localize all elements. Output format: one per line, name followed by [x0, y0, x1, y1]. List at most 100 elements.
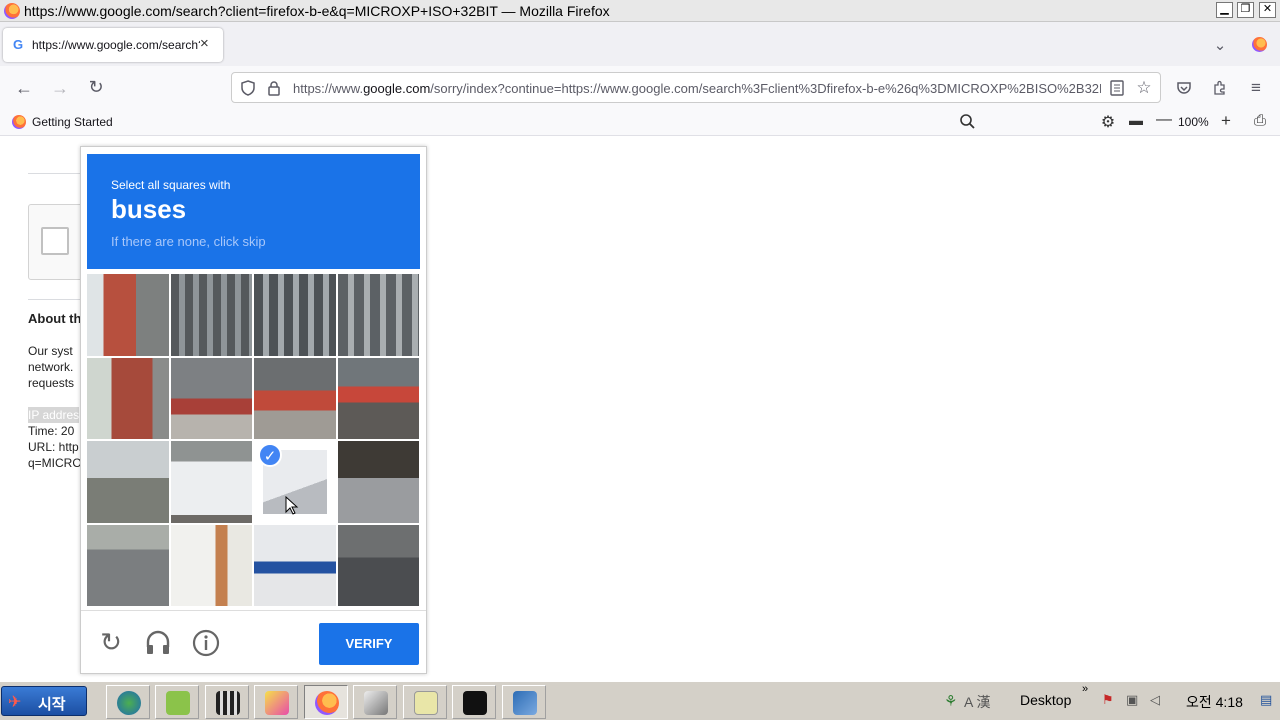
challenge-header: Select all squares with buses If there a…: [87, 154, 420, 269]
network-tray-icon[interactable]: ⚘: [944, 692, 957, 710]
taskbar-app-browser-globe[interactable]: [106, 685, 150, 719]
divider: [28, 173, 88, 174]
terminal-icon: [463, 691, 487, 715]
taskbar-app-terminal[interactable]: [452, 685, 496, 719]
image-tile[interactable]: [170, 357, 252, 439]
firefox-view-icon[interactable]: [1252, 37, 1267, 52]
clock[interactable]: 오전 4:18: [1186, 692, 1243, 712]
firefox-icon: [315, 691, 339, 715]
window-title: https://www.google.com/search?client=fir…: [24, 3, 610, 19]
about-text-line: Our syst: [28, 344, 73, 358]
restore-button[interactable]: ❐: [1237, 2, 1254, 18]
bookmark-star-icon[interactable]: ☆: [1134, 78, 1154, 98]
close-window-button[interactable]: ✕: [1259, 2, 1276, 18]
tab-title: https://www.google.com/search?client=fir…: [32, 38, 200, 52]
query-text: q=MICRO: [28, 456, 82, 470]
taskbar-app-notepad[interactable]: [403, 685, 447, 719]
image-tile[interactable]: [170, 274, 252, 356]
settings-gear-icon[interactable]: ⚙: [1098, 112, 1118, 132]
back-arrow-icon[interactable]: ←: [14, 78, 34, 99]
map-icon: [166, 691, 190, 715]
image-tile[interactable]: [87, 441, 169, 523]
reload-icon[interactable]: ↻: [86, 77, 106, 98]
extensions-puzzle-icon[interactable]: [1212, 80, 1228, 96]
challenge-hint: If there are none, click skip: [111, 234, 266, 249]
image-tile[interactable]: [87, 524, 169, 606]
image-tile[interactable]: [254, 524, 336, 606]
search-icon[interactable]: [959, 113, 976, 130]
recaptcha-checkbox[interactable]: [41, 227, 69, 255]
image-tile[interactable]: [87, 357, 169, 439]
start-label: 시작: [38, 696, 66, 713]
info-icon[interactable]: [192, 629, 220, 657]
reload-challenge-icon[interactable]: ↻: [96, 627, 126, 657]
url-bar[interactable]: https://www.google.com/sorry/index?conti…: [231, 72, 1161, 103]
system-tray: ⚘ A 漢 Desktop » ⚑ ▣ ◁ 오전 4:18 ▤: [938, 682, 1280, 722]
browser-tab[interactable]: G https://www.google.com/search?client=f…: [3, 28, 223, 62]
divider: [28, 299, 88, 300]
ip-address-text: IP addres: [28, 407, 80, 423]
taskbar-app-virtualbox[interactable]: [502, 685, 546, 719]
image-tile[interactable]: [337, 441, 419, 523]
mouse-cursor-icon: [285, 496, 299, 515]
bookmark-getting-started[interactable]: Getting Started: [32, 115, 113, 129]
url-info-text: URL: http: [28, 440, 79, 454]
taskbar: ✈ 시작 ⚘ A 漢 Desktop » ⚑ ▣ ◁ 오전 4:18 ▤: [0, 680, 1280, 720]
zoom-in-icon[interactable]: +: [1216, 111, 1236, 131]
hamburger-menu-icon[interactable]: ≡: [1246, 78, 1266, 98]
start-button[interactable]: ✈ 시작: [1, 686, 87, 716]
image-tile[interactable]: [337, 524, 419, 606]
image-tile[interactable]: [254, 357, 336, 439]
tab-close-button[interactable]: ×: [200, 35, 209, 52]
paint-icon: [265, 691, 289, 715]
bookmarks-toolbar: Getting Started ⚙ ▬ — 100% + ⎙: [0, 108, 1280, 136]
image-tile[interactable]: [337, 274, 419, 356]
challenge-object: buses: [111, 194, 187, 224]
firefox-bookmark-icon: [12, 115, 26, 129]
challenge-prompt: Select all squares with: [111, 178, 231, 192]
url-text[interactable]: https://www.google.com/sorry/index?conti…: [293, 81, 1101, 96]
security-alert-icon[interactable]: ⚑: [1102, 692, 1114, 708]
print-icon[interactable]: ⎙: [1250, 112, 1270, 129]
taskbar-app-firefox[interactable]: [304, 685, 348, 719]
image-tile[interactable]: [254, 274, 336, 356]
image-tile-selected[interactable]: ✓: [254, 441, 336, 523]
image-tile[interactable]: [170, 524, 252, 606]
minimize-button[interactable]: ▁: [1216, 2, 1233, 18]
volume-muted-icon[interactable]: ◁: [1150, 692, 1160, 708]
about-text-line: network.: [28, 360, 74, 374]
about-heading: About th: [28, 311, 82, 326]
network-disconnected-icon[interactable]: ▣: [1126, 692, 1138, 708]
recaptcha-box: [28, 204, 88, 280]
reader-view-icon[interactable]: [1109, 80, 1125, 96]
taskbar-app-paint[interactable]: [254, 685, 298, 719]
list-all-tabs-chevron-icon[interactable]: ⌄: [1210, 36, 1230, 54]
recaptcha-challenge-dialog: Select all squares with buses If there a…: [80, 146, 427, 674]
zoom-out-icon[interactable]: —: [1154, 111, 1174, 129]
lock-icon[interactable]: [266, 80, 282, 96]
toolbar-expand-chevron-icon[interactable]: »: [1082, 683, 1088, 695]
ime-indicator[interactable]: A 漢: [964, 692, 990, 712]
selected-checkmark-icon: ✓: [258, 443, 282, 467]
taskbar-app-utility[interactable]: [353, 685, 397, 719]
taskbar-app-media[interactable]: [205, 685, 249, 719]
image-tile[interactable]: [87, 274, 169, 356]
taskbar-app-map[interactable]: [155, 685, 199, 719]
screenshot-icon[interactable]: ▬: [1126, 112, 1146, 128]
desktop-toolbar-label[interactable]: Desktop: [1020, 692, 1071, 708]
pocket-icon[interactable]: [1176, 80, 1192, 96]
window-title-bar: https://www.google.com/search?client=fir…: [0, 0, 1280, 22]
audio-challenge-headphones-icon[interactable]: [144, 629, 172, 657]
clapper-icon: [216, 691, 240, 715]
zoom-level[interactable]: 100%: [1178, 115, 1209, 129]
image-tile[interactable]: [337, 357, 419, 439]
forward-arrow-icon[interactable]: →: [50, 78, 70, 99]
challenge-footer: ↻ VERIFY: [81, 610, 426, 674]
show-desktop-icon[interactable]: ▤: [1260, 692, 1272, 708]
google-favicon-icon: G: [13, 37, 24, 52]
time-text: Time: 20: [28, 424, 75, 438]
image-tile[interactable]: [170, 441, 252, 523]
notepad-icon: [414, 691, 438, 715]
verify-button[interactable]: VERIFY: [319, 623, 419, 665]
tracking-protection-shield-icon[interactable]: [240, 80, 256, 96]
